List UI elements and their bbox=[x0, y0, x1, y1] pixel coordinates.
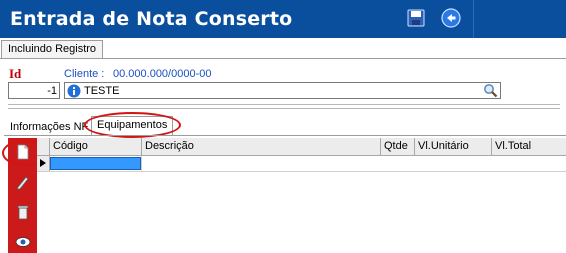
separator bbox=[8, 104, 560, 109]
tab-incluindo-registro[interactable]: Incluindo Registro bbox=[1, 40, 104, 58]
title-bar: Entrada de Nota Conserto bbox=[0, 0, 566, 38]
column-header-qtde[interactable]: Qtde bbox=[380, 138, 414, 155]
id-field[interactable]: -1 bbox=[8, 82, 60, 99]
row-indicator bbox=[37, 156, 50, 171]
info-icon[interactable] bbox=[67, 84, 81, 98]
cliente-document: 00.000.000/0000-00 bbox=[113, 68, 212, 80]
row-pointer-icon bbox=[40, 159, 46, 167]
tab-divider bbox=[4, 135, 566, 136]
cliente-field[interactable]: TESTE bbox=[64, 82, 501, 99]
column-header-vl-total[interactable]: Vl.Total bbox=[491, 138, 566, 155]
exit-icon[interactable] bbox=[440, 7, 462, 29]
column-header-vl-unitario[interactable]: Vl.Unitário bbox=[414, 138, 491, 155]
search-icon[interactable] bbox=[483, 83, 498, 98]
tab-informacoes-nf[interactable]: Informações NF bbox=[10, 119, 88, 136]
edit-pencil-icon[interactable] bbox=[15, 174, 31, 190]
grid-header: Código Descrição Qtde Vl.Unitário Vl.Tot… bbox=[37, 138, 566, 156]
window-title: Entrada de Nota Conserto bbox=[10, 8, 293, 30]
cliente-label: Cliente : bbox=[64, 68, 105, 80]
table-row[interactable] bbox=[37, 156, 566, 172]
column-header-descricao[interactable]: Descrição bbox=[141, 138, 380, 155]
selected-cell-codigo[interactable] bbox=[50, 157, 141, 170]
id-label: Id bbox=[9, 66, 22, 81]
cell-divider bbox=[141, 156, 142, 171]
view-eye-icon[interactable] bbox=[15, 234, 31, 250]
delete-trash-icon[interactable] bbox=[15, 204, 31, 220]
column-header-codigo[interactable]: Código bbox=[49, 138, 142, 155]
save-icon[interactable] bbox=[405, 7, 427, 29]
divider bbox=[0, 58, 566, 59]
toolbar-separator bbox=[473, 0, 474, 38]
cliente-value: TESTE bbox=[84, 85, 120, 97]
